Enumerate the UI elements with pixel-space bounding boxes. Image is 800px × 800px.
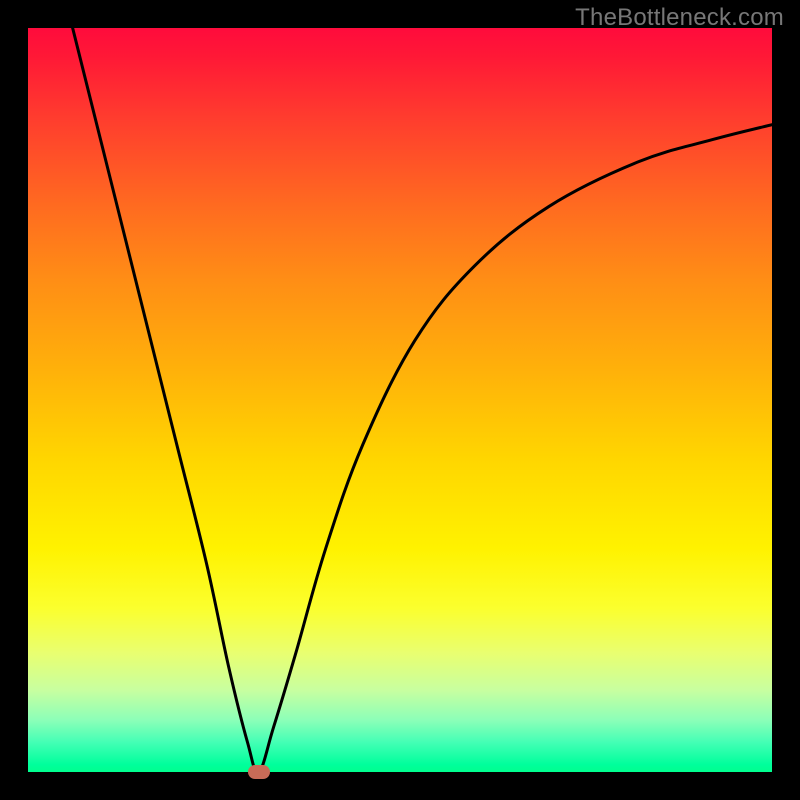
- curve-path: [73, 28, 772, 772]
- watermark-text: TheBottleneck.com: [575, 4, 784, 32]
- plot-area: [28, 28, 772, 772]
- minimum-marker: [248, 765, 270, 779]
- chart-frame: TheBottleneck.com: [0, 0, 800, 800]
- bottleneck-curve: [28, 28, 772, 772]
